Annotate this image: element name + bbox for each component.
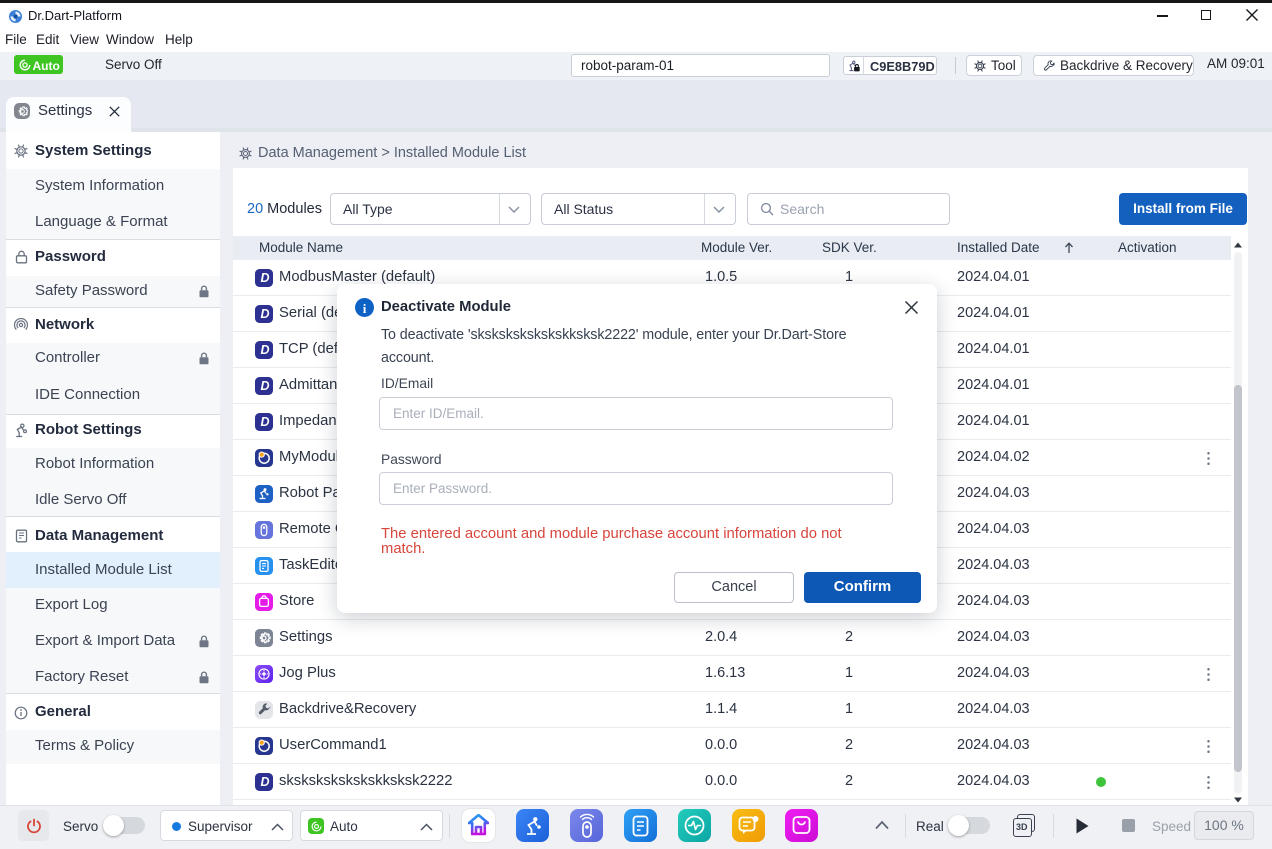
svg-text:D: D	[260, 415, 269, 429]
svg-text:D: D	[260, 307, 269, 321]
svg-text:D: D	[260, 379, 269, 393]
svg-text:D: D	[260, 271, 269, 285]
svg-text:D: D	[260, 775, 269, 789]
svg-text:D: D	[260, 343, 269, 357]
